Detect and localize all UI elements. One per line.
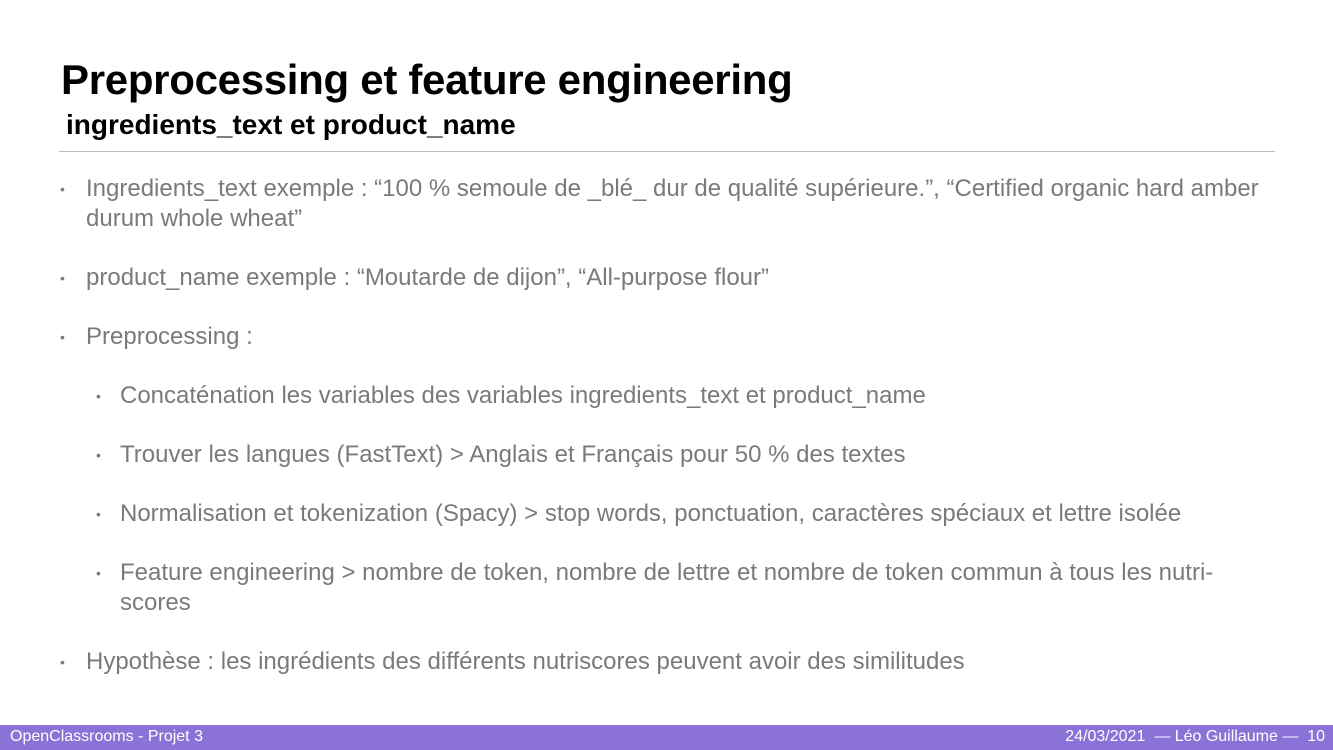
bullet-dot: • — [96, 565, 101, 581]
bullet-dot: • — [60, 270, 65, 286]
bullet-text: Normalisation et tokenization (Spacy) > … — [120, 500, 1182, 527]
bullet-dot: • — [60, 329, 65, 345]
bullet-text: Concaténation les variables des variable… — [120, 382, 926, 409]
sub-bullet-normalisation: • Normalisation et tokenization (Spacy) … — [96, 499, 1280, 529]
bullet-ingredients-example: • Ingredients_text exemple : “100 % semo… — [60, 174, 1276, 234]
bullet-product-name-example: • product_name exemple : “Moutarde de di… — [60, 263, 1276, 293]
slide-subtitle: ingredients_text et product_name — [66, 109, 516, 140]
bullet-dot: • — [96, 388, 101, 404]
footer-course-label: OpenClassrooms - Projet 3 — [10, 728, 203, 745]
bullet-hypothese: • Hypothèse : les ingrédients des différ… — [60, 647, 1276, 677]
bullet-dot: • — [96, 506, 101, 522]
footer-author: Léo Guillaume — [1174, 728, 1278, 745]
footer-date: 24/03/2021 — [1065, 728, 1146, 745]
footer-meta: 24/03/2021 — Léo Guillaume — 10 — [1065, 728, 1325, 746]
slide: Preprocessing et feature engineering ing… — [0, 0, 1333, 750]
bullet-text: Preprocessing : — [86, 323, 253, 350]
footer-separator: — — [1282, 728, 1299, 745]
bullet-text: Trouver les langues (FastText) > Anglais… — [120, 441, 906, 468]
bullet-dot: • — [60, 181, 65, 197]
sub-bullet-feature-engineering: • Feature engineering > nombre de token,… — [96, 558, 1280, 618]
bullet-text: product_name exemple : “Moutarde de dijo… — [86, 264, 770, 291]
title-divider — [59, 151, 1275, 152]
slide-title: Preprocessing et feature engineering — [61, 56, 793, 103]
footer-separator: — — [1154, 728, 1171, 745]
sub-bullet-concatenation: • Concaténation les variables des variab… — [96, 381, 1280, 411]
bullet-dot: • — [60, 654, 65, 670]
bullet-preprocessing: • Preprocessing : — [60, 322, 1276, 352]
sub-bullet-languages: • Trouver les langues (FastText) > Angla… — [96, 440, 1280, 470]
bullet-text: Ingredients_text exemple : “100 % semoul… — [86, 175, 1259, 232]
footer-bar: OpenClassrooms - Projet 3 24/03/2021 — L… — [0, 725, 1333, 750]
bullet-text: Feature engineering > nombre de token, n… — [120, 559, 1214, 616]
bullet-dot: • — [96, 447, 101, 463]
footer-page-number: 10 — [1307, 728, 1325, 745]
bullet-text: Hypothèse : les ingrédients des différen… — [86, 648, 965, 675]
